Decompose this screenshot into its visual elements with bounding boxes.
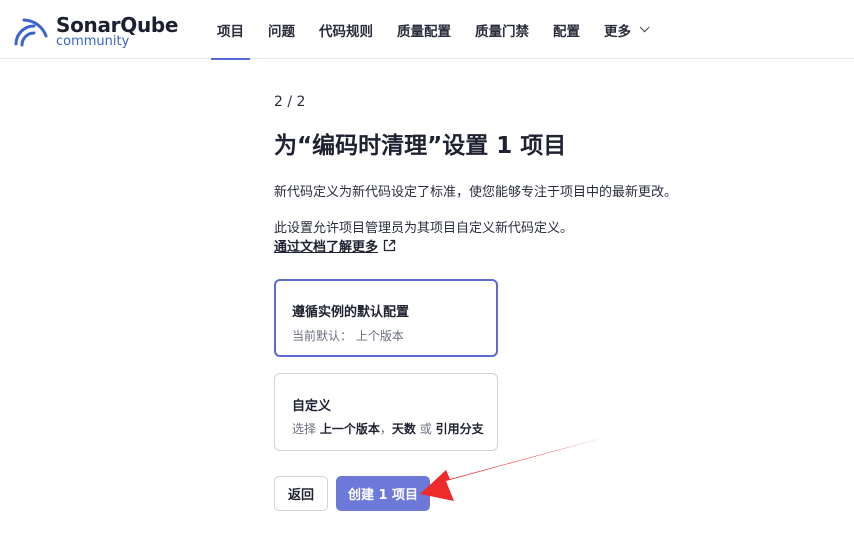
nav-item-more[interactable]: 更多: [598, 0, 652, 59]
chevron-down-icon: [639, 22, 650, 33]
documentation-link-label: 通过文档了解更多: [274, 240, 379, 255]
nav-label: 项目: [217, 23, 244, 40]
nav-label: 质量配置: [397, 23, 451, 40]
admin-note-paragraph: 此设置允许项目管理员为其项目自定义新代码定义。: [274, 221, 574, 236]
annotation-arrow: [420, 437, 606, 501]
nav-item-quality-profiles[interactable]: 质量配置: [391, 0, 457, 59]
option-title: 自定义: [292, 399, 332, 414]
nav-item-rules[interactable]: 代码规则: [313, 0, 379, 59]
sonarqube-logo[interactable]: SonarQube community: [12, 12, 182, 50]
option-sub-prefix: 选择: [292, 422, 317, 436]
page-title: 为“编码时清理”设置 1 项目: [274, 133, 567, 159]
brand-edition: community: [56, 34, 130, 49]
nav-item-quality-gates[interactable]: 质量门禁: [469, 0, 535, 59]
external-link-icon: [383, 239, 396, 252]
option-sub-days: 天数: [391, 422, 416, 436]
option-sub-previous-version: 上一个版本: [319, 422, 380, 436]
option-title: 遵循实例的默认配置: [292, 305, 410, 320]
top-navigation-bar: SonarQube community 项目 问题 代码规则 质量配置 质量门禁…: [0, 0, 854, 60]
option-sub-reference-branch: 引用分支: [435, 422, 484, 436]
option-sub-prefix: 当前默认：: [292, 329, 353, 343]
nav-item-issues[interactable]: 问题: [262, 0, 301, 59]
description-paragraph: 新代码定义为新代码设定了标准，使您能够专注于项目中的最新更改。: [274, 185, 678, 200]
option-subtitle: 选择 上一个版本，天数 或 引用分支: [292, 420, 484, 437]
step-indicator: 2 / 2: [274, 94, 306, 110]
nav-label: 问题: [268, 23, 295, 40]
nav-item-administration[interactable]: 配置: [547, 0, 586, 59]
documentation-link[interactable]: 通过文档了解更多: [274, 236, 396, 255]
back-button[interactable]: 返回: [274, 476, 328, 511]
sonar-waves-icon: [14, 18, 48, 47]
create-project-button[interactable]: 创建 1 项目: [336, 476, 430, 511]
nav-label: 更多: [604, 23, 631, 40]
nav-label: 质量门禁: [475, 23, 529, 40]
option-sub-or: 或: [419, 422, 432, 436]
nav-label: 代码规则: [319, 23, 373, 40]
option-sub-value: 上个版本: [355, 329, 404, 343]
option-sub-separator: ，: [379, 422, 392, 436]
option-instance-default[interactable]: 遵循实例的默认配置 当前默认： 上个版本: [274, 279, 498, 357]
nav-item-projects[interactable]: 项目: [211, 0, 250, 60]
main-nav: 项目 问题 代码规则 质量配置 质量门禁 配置 更多: [211, 0, 664, 60]
option-custom[interactable]: 自定义 选择 上一个版本，天数 或 引用分支: [274, 373, 498, 451]
nav-label: 配置: [553, 23, 580, 40]
option-subtitle: 当前默认： 上个版本: [292, 327, 404, 344]
